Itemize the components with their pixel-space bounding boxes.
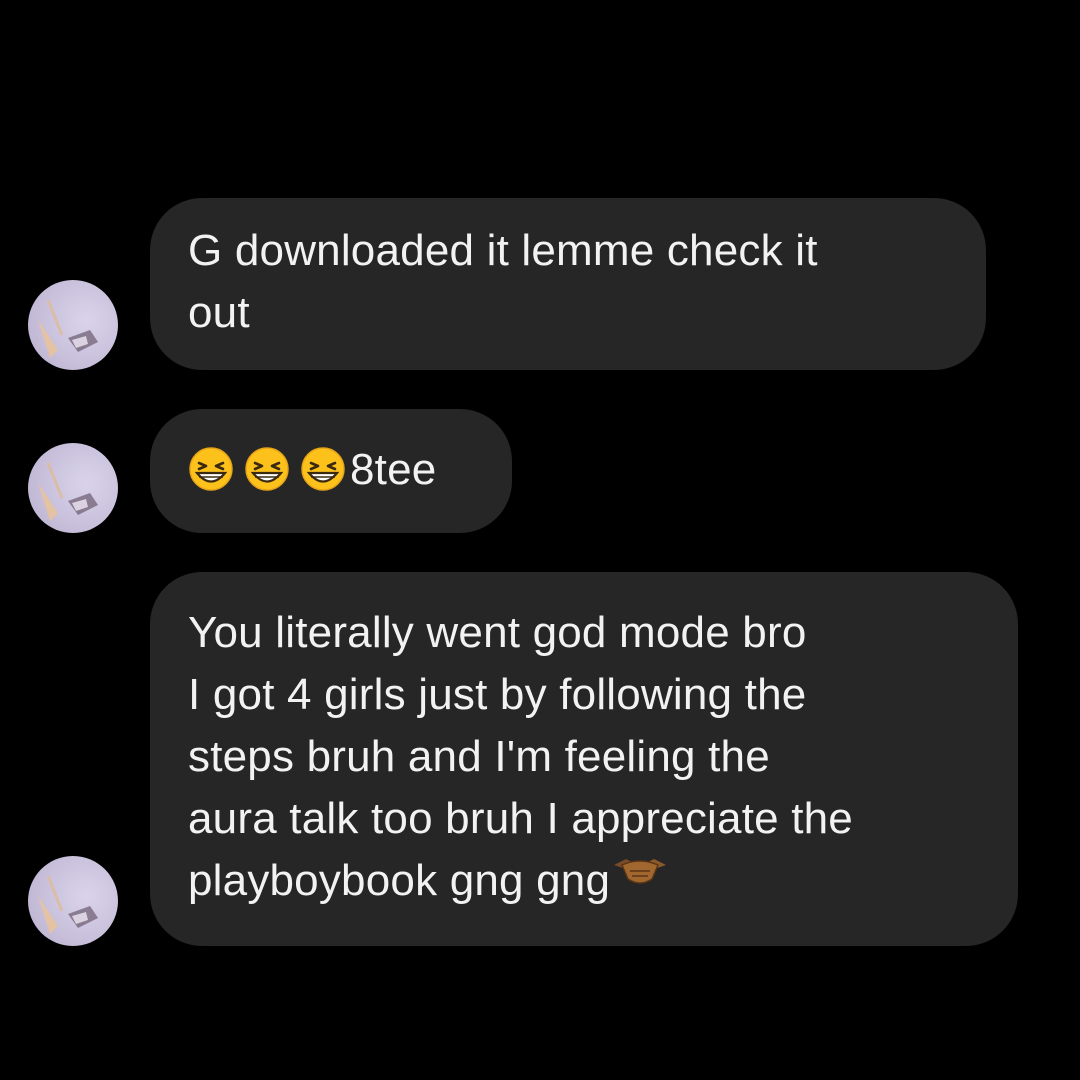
grinning-squinting-face-icon <box>245 447 289 491</box>
chat-thread: G downloaded it lemme check it out 8tee … <box>0 0 1080 1080</box>
message-text: 8tee <box>350 445 437 494</box>
grinning-squinting-face-icon <box>301 447 345 491</box>
message-text: You literally went god mode bro I got 4 … <box>188 608 853 905</box>
message-bubble[interactable]: 8tee <box>150 409 512 533</box>
avatar-photo-icon <box>38 875 98 934</box>
message-bubble[interactable]: G downloaded it lemme check it out <box>150 198 986 370</box>
handshake-icon <box>614 859 667 884</box>
grinning-squinting-face-icon <box>189 447 233 491</box>
avatar[interactable] <box>28 280 118 370</box>
avatar[interactable] <box>28 856 118 946</box>
avatar-photo-icon <box>38 462 98 521</box>
avatar-photo-icon <box>38 299 98 358</box>
avatar[interactable] <box>28 443 118 533</box>
message-text: G downloaded it lemme check it out <box>188 226 818 337</box>
message-bubble[interactable]: You literally went god mode bro I got 4 … <box>150 572 1018 946</box>
